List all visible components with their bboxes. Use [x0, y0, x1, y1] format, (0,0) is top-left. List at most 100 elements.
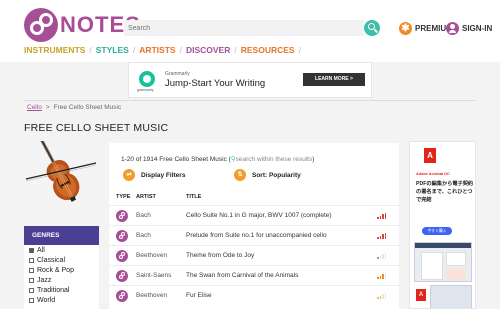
breadcrumb-current: Free Cello Sheet Music	[53, 104, 122, 111]
difficulty-bar	[384, 252, 386, 259]
row-title[interactable]: Theme from Ode to Joy	[186, 252, 254, 259]
checkbox-icon[interactable]	[29, 287, 34, 293]
row-title[interactable]: The Swan from Carnival of the Animals	[186, 272, 298, 279]
table-row[interactable]: Beethoven Theme from Ode to Joy	[109, 245, 399, 265]
main-nav: INSTRUMENTS / STYLES / ARTISTS / DISCOVE…	[24, 45, 301, 55]
difficulty-icon	[377, 272, 387, 279]
site-header: NOTES ✱ PREMIUM SIGN-IN INSTRUMENTS / ST…	[0, 0, 500, 62]
genre-jazz[interactable]: Jazz	[24, 275, 99, 285]
genres-heading: GENRES	[24, 226, 99, 245]
row-artist[interactable]: Saint-Saens	[136, 272, 171, 279]
sheet-music-icon	[116, 250, 128, 262]
genre-classical[interactable]: Classical	[24, 255, 99, 265]
breadcrumb: Cello > Free Cello Sheet Music	[27, 104, 121, 111]
results-panel: 1-20 of 1914 Free Cello Sheet Music (⚲se…	[109, 143, 399, 309]
genre-rock-pop[interactable]: Rock & Pop	[24, 265, 99, 275]
difficulty-bar	[379, 295, 381, 299]
sheet-music-icon	[116, 210, 128, 222]
checkbox-icon[interactable]	[29, 247, 34, 253]
sheet-music-icon	[116, 230, 128, 242]
results-summary: 1-20 of 1914 Free Cello Sheet Music (⚲se…	[121, 156, 315, 163]
difficulty-bar	[382, 214, 384, 219]
checkbox-icon[interactable]	[29, 297, 34, 303]
sort-icon: ⇅	[234, 169, 246, 181]
sheet-music-icon	[116, 270, 128, 282]
nav-discover[interactable]: DISCOVER	[186, 45, 230, 55]
table-row[interactable]: Saint-Saens The Swan from Carnival of the…	[109, 265, 399, 285]
side-ad-screenshot	[414, 242, 472, 282]
checkbox-icon[interactable]	[29, 257, 34, 263]
sort-button[interactable]: ⇅ Sort: Popularity	[234, 169, 301, 181]
grammarly-logo-icon	[139, 71, 155, 87]
side-ad-title: Adobe Acrobat DC	[416, 172, 450, 176]
page-title: FREE CELLO SHEET MUSIC	[24, 122, 169, 134]
difficulty-bar	[379, 215, 381, 219]
acrobat-logo-icon: A	[424, 148, 436, 163]
table-row[interactable]: Beethoven Fur Elise	[109, 285, 399, 305]
table-row[interactable]: Bach Cello Suite No.1 in G major, BWV 100…	[109, 205, 399, 225]
genres-filter: GENRES All Classical Rock & Pop Jazz Tra…	[24, 226, 99, 309]
side-ad-text: PDFの編集から電子契約の署名まで、これひとつで完結	[416, 181, 474, 203]
breadcrumb-separator: >	[45, 104, 50, 111]
side-ad-buy-button[interactable]: 今すぐ購入	[422, 227, 452, 235]
checkbox-icon[interactable]	[29, 267, 34, 273]
filter-icon: ⇌	[123, 169, 135, 181]
side-ad[interactable]: A Adobe Acrobat DC PDFの編集から電子契約の署名まで、これひ…	[409, 141, 476, 309]
col-artist[interactable]: ARTIST	[136, 194, 156, 200]
breadcrumb-cello-link[interactable]: Cello	[27, 104, 42, 111]
user-icon	[446, 21, 459, 35]
difficulty-bar	[384, 212, 386, 219]
difficulty-bar	[382, 254, 384, 259]
genre-all[interactable]: All	[24, 245, 99, 255]
sign-in-label: SIGN-IN	[462, 23, 493, 33]
ad-banner[interactable]: grammarly Grammarly Jump-Start Your Writ…	[128, 62, 372, 98]
ad-headline: Jump-Start Your Writing	[165, 78, 266, 89]
cello-image	[24, 141, 99, 216]
search-button[interactable]	[364, 20, 380, 36]
side-ad-screenshot-2	[430, 285, 472, 308]
row-artist[interactable]: Bach	[136, 232, 151, 239]
row-title[interactable]: Prelude from Suite no.1 for unaccompanie…	[186, 232, 327, 239]
site-logo[interactable]	[24, 8, 58, 42]
row-artist[interactable]: Beethoven	[136, 292, 167, 299]
premium-star-icon: ✱	[399, 21, 412, 35]
difficulty-bar	[377, 257, 379, 259]
difficulty-icon	[377, 212, 387, 219]
row-artist[interactable]: Beethoven	[136, 252, 167, 259]
difficulty-bar	[379, 255, 381, 259]
difficulty-bar	[377, 237, 379, 239]
ad-brand: Grammarly	[165, 71, 190, 77]
difficulty-bar	[384, 232, 386, 239]
difficulty-bar	[377, 217, 379, 219]
sign-in-link[interactable]: SIGN-IN	[446, 20, 492, 36]
search-within-link[interactable]: search within these results	[236, 156, 313, 163]
display-filters-button[interactable]: ⇌ Display Filters	[123, 169, 185, 181]
ad-learn-more-button[interactable]: LEARN MORE >	[303, 73, 365, 86]
difficulty-bar	[377, 297, 379, 299]
col-type[interactable]: TYPE	[116, 194, 130, 200]
difficulty-bar	[382, 274, 384, 279]
search-input[interactable]	[124, 20, 364, 36]
row-artist[interactable]: Bach	[136, 212, 151, 219]
row-title[interactable]: Fur Elise	[186, 292, 212, 299]
difficulty-icon	[377, 232, 387, 239]
difficulty-bar	[384, 272, 386, 279]
header-divider	[24, 100, 476, 101]
results-table: Bach Cello Suite No.1 in G major, BWV 100…	[109, 205, 399, 305]
nav-resources[interactable]: RESOURCES	[241, 45, 295, 55]
row-title[interactable]: Cello Suite No.1 in G major, BWV 1007 (c…	[186, 212, 332, 219]
col-title[interactable]: TITLE	[186, 194, 201, 200]
search-bar	[124, 20, 380, 36]
premium-link[interactable]: ✱ PREMIUM	[399, 20, 453, 36]
difficulty-bar	[384, 292, 386, 299]
nav-styles[interactable]: STYLES	[96, 45, 129, 55]
genre-world[interactable]: World	[24, 295, 99, 305]
nav-instruments[interactable]: INSTRUMENTS	[24, 45, 85, 55]
acrobat-small-icon: A	[416, 289, 426, 301]
ad-brand-sub: grammarly	[137, 88, 154, 92]
difficulty-icon	[377, 252, 387, 259]
table-row[interactable]: Bach Prelude from Suite no.1 for unaccomp…	[109, 225, 399, 245]
nav-artists[interactable]: ARTISTS	[139, 45, 175, 55]
genre-traditional[interactable]: Traditional	[24, 285, 99, 295]
checkbox-icon[interactable]	[29, 277, 34, 283]
